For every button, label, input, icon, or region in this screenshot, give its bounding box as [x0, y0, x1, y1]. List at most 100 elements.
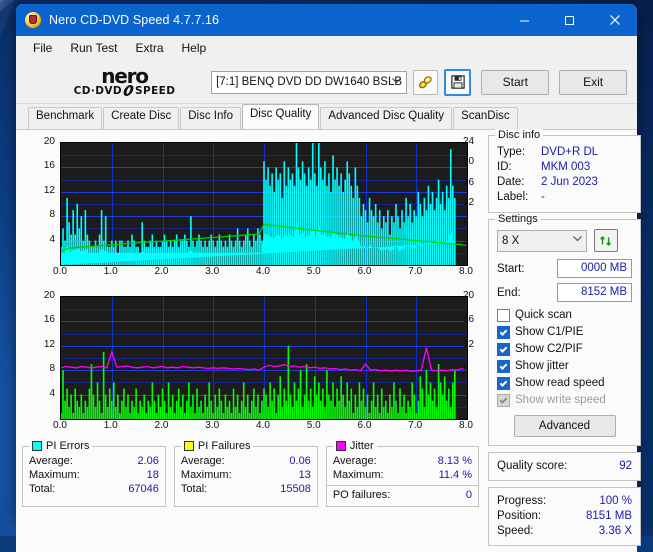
quick-scan-label: Quick scan: [515, 309, 572, 321]
y2-axis-tick: 4: [463, 237, 469, 249]
x-axis-tick: 7.0: [408, 420, 423, 431]
x-axis-tick: 2.0: [154, 420, 169, 431]
stat-key: Maximum:: [180, 469, 232, 481]
stat-key: Average:: [332, 455, 377, 467]
refresh-button[interactable]: [594, 229, 618, 252]
disc-type-value: DVD+R DL: [541, 146, 599, 158]
stat-row: Maximum: 18: [29, 468, 159, 482]
y2-axis-tick: 8: [463, 363, 469, 375]
pi-failures-stats: PI Failures Average: 0.06 Maximum: 13 To…: [173, 440, 318, 507]
stat-value: 13: [298, 469, 311, 481]
y2-axis-tick: 16: [463, 314, 475, 326]
start-input[interactable]: 0000 MB: [557, 259, 632, 278]
show-read-speed-checkbox-row[interactable]: Show read speed: [497, 375, 632, 391]
disc-date-label: Date:: [497, 176, 525, 188]
disc-info-row: Label: -: [497, 190, 632, 205]
disc-info-row: Type: DVD+R DL: [497, 145, 632, 160]
end-input[interactable]: 8152 MB: [557, 283, 632, 302]
nero-logo: nero CD·DVD SPEED: [52, 64, 197, 100]
start-label: Start:: [497, 262, 525, 275]
quality-score-group: Quality score: 92: [488, 452, 641, 481]
show-jitter-checkbox[interactable]: [497, 359, 510, 373]
progress-row: Progress: 100 %: [497, 494, 632, 509]
tab-create-disc[interactable]: Create Disc: [103, 107, 180, 129]
maximize-icon: [565, 15, 574, 25]
disc-speed-button[interactable]: [413, 69, 439, 95]
pi-errors-legend: PI Errors: [29, 440, 93, 452]
exit-button[interactable]: Exit: [559, 69, 627, 95]
advanced-button[interactable]: Advanced: [513, 415, 616, 437]
position-row: Position: 8151 MB: [497, 509, 632, 524]
pi-errors-chart: 4 8 12 16 20 4 8 12 16 20 24 0.0 1.0 2.0 3.0 4.0 5.0 6.0 7…: [22, 134, 485, 282]
chevron-down-icon: [573, 235, 582, 241]
tab-disc-quality[interactable]: Disc Quality: [242, 104, 320, 129]
quick-scan-checkbox-row[interactable]: Quick scan: [497, 307, 632, 323]
close-button[interactable]: [592, 4, 637, 36]
save-button[interactable]: [444, 68, 472, 96]
stat-row: Total: 67046: [29, 482, 159, 496]
show-write-speed-checkbox-row: Show write speed: [497, 392, 632, 408]
start-row: Start: 0000 MB: [497, 259, 632, 278]
stat-key: Maximum:: [332, 469, 384, 481]
x-axis-tick: 7.0: [408, 266, 423, 277]
x-axis-tick: 0.0: [53, 420, 67, 431]
app-icon: [25, 12, 41, 28]
show-c1-pie-checkbox-row[interactable]: Show C1/PIE: [497, 324, 632, 340]
show-c2-pif-checkbox[interactable]: [497, 342, 510, 356]
minimize-icon: [520, 20, 529, 21]
quality-score-label: Quality score:: [497, 460, 568, 472]
show-jitter-checkbox-row[interactable]: Show jitter: [497, 358, 632, 374]
maximize-button[interactable]: [547, 4, 592, 36]
pi-failures-legend-label: PI Failures: [197, 440, 251, 452]
title-bar: Nero CD-DVD Speed 4.7.7.16: [16, 4, 637, 36]
series-pi-errors: [61, 143, 456, 265]
speed-select[interactable]: 8 X: [497, 229, 587, 252]
drive-select-value: [7:1] BENQ DVD DD DW1640 BSLB: [216, 76, 403, 88]
menu-extra[interactable]: Extra: [126, 38, 172, 58]
tab-benchmark[interactable]: Benchmark: [28, 107, 103, 129]
drive-select[interactable]: [7:1] BENQ DVD DD DW1640 BSLB: [211, 70, 408, 94]
speed-row: 8 X: [497, 229, 632, 252]
x-axis-tick: 6.0: [357, 266, 372, 277]
tab-scandisc[interactable]: ScanDisc: [453, 107, 518, 129]
end-row: End: 8152 MB: [497, 283, 632, 302]
y2-axis-tick: 4: [463, 387, 469, 399]
show-c2-pif-checkbox-row[interactable]: Show C2/PIF: [497, 341, 632, 357]
disc-date-value: 2 Jun 2023: [541, 176, 598, 188]
quick-scan-checkbox[interactable]: [497, 308, 510, 322]
chart-series: [61, 345, 467, 419]
pi-failures-legend: PI Failures: [180, 440, 254, 452]
show-c1-pie-checkbox[interactable]: [497, 325, 510, 339]
stat-value: 15508: [280, 483, 311, 495]
menu-help[interactable]: Help: [173, 38, 216, 58]
refresh-arrows-icon: [600, 235, 611, 246]
stat-key: Average:: [29, 455, 73, 467]
jitter-color-swatch: [335, 441, 346, 451]
minimize-button[interactable]: [502, 4, 547, 36]
x-axis-tick: 5.0: [306, 266, 321, 277]
disc-info-row: ID: MKM 003: [497, 160, 632, 175]
show-write-speed-label: Show write speed: [515, 394, 606, 406]
menu-run-test[interactable]: Run Test: [61, 38, 126, 58]
disc-id-label: ID:: [497, 161, 512, 173]
disc-info-title: Disc info: [495, 129, 544, 141]
logo-disc-icon: [122, 85, 136, 96]
menu-bar: File Run Test Extra Help: [16, 36, 637, 61]
show-jitter-label: Show jitter: [515, 360, 569, 372]
position-label: Position:: [497, 510, 542, 522]
x-axis-tick: 5.0: [306, 420, 321, 431]
jitter-stats: Jitter Average: 8.13 % Maximum: 11.4 % P…: [325, 440, 479, 507]
start-button[interactable]: Start: [481, 69, 550, 95]
settings-title: Settings: [495, 213, 541, 225]
stat-key: Maximum:: [29, 469, 80, 481]
po-failures-key: PO failures:: [332, 489, 391, 501]
y-axis-tick: 8: [49, 363, 55, 375]
position-value: 8151 MB: [585, 510, 632, 522]
y2-axis-tick: 8: [463, 217, 469, 229]
show-read-speed-checkbox[interactable]: [497, 376, 510, 390]
stat-row: Average: 2.06: [29, 454, 159, 468]
tab-advanced-disc-quality[interactable]: Advanced Disc Quality: [320, 107, 453, 129]
menu-file[interactable]: File: [24, 38, 61, 58]
tab-disc-info[interactable]: Disc Info: [180, 107, 241, 129]
right-panel: Disc info Type: DVD+R DL ID: MKM 003 Dat…: [485, 129, 648, 552]
